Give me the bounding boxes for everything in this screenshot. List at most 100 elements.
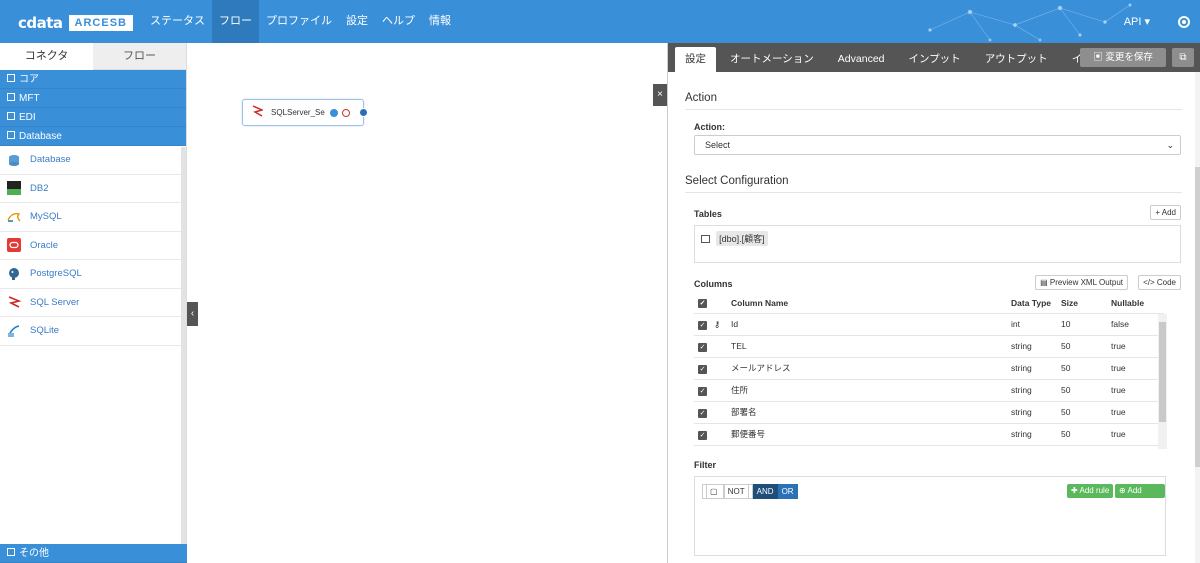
expand-icon [7,74,15,82]
category-edi[interactable]: EDI [0,108,186,127]
columns-scrollbar[interactable] [1158,314,1167,449]
columns-scroll-thumb[interactable] [1159,322,1166,422]
table-icon [701,235,710,243]
tab-advanced[interactable]: Advanced [828,47,895,72]
col-header-type[interactable]: Data Type [1011,293,1061,314]
cell-nullable: true [1111,357,1164,380]
table-row[interactable]: ✓ 部署名 string 50 true [694,401,1164,424]
nav-flow[interactable]: フロー [212,0,259,43]
filter-not-toggle[interactable]: ▢ NOT [702,483,753,499]
cell-name: 郵便番号 [731,423,1011,446]
category-database[interactable]: Database [0,127,186,146]
filter-conjunction-group: ▢ NOT AND OR [702,483,798,499]
connector-mysql[interactable]: MySQL [0,203,182,232]
logo-product: ARCESB [68,15,133,31]
table-row[interactable]: ✓ メールアドレス string 50 true [694,357,1164,380]
logo-text: cdata [18,14,63,32]
connector-panel: コネクタ フロー コア MFT EDI Database Database DB… [0,43,187,563]
add-group-button[interactable]: ⊕ Add group [1115,483,1165,509]
key-cell [714,379,731,402]
select-all-cell: ✓ [694,293,714,314]
key-header [714,293,731,314]
cell-name: 部署名 [731,401,1011,424]
nav-status[interactable]: ステータス [143,0,212,43]
node-label: SQLServer_Se... [271,108,325,117]
tab-output[interactable]: アウトプット [975,47,1058,72]
row-checkbox[interactable]: ✓ [698,364,707,374]
table-tag[interactable]: [dbo].[顧客] [716,231,768,246]
flow-node-sqlserver[interactable]: SQLServer_Se... [242,99,368,126]
connector-postgresql[interactable]: PostgreSQL [0,260,182,289]
left-scrollbar[interactable] [181,147,186,545]
action-select[interactable]: Select ⌄ [694,135,1181,155]
table-row[interactable]: ✓ 郵便番号 string 50 true [694,423,1164,446]
scroll-thumb[interactable] [1195,167,1200,467]
nav-help[interactable]: ヘルプ [375,0,422,43]
tab-flows[interactable]: フロー [93,43,186,70]
select-all-checkbox[interactable]: ✓ [698,299,707,309]
gear-icon[interactable] [330,108,338,117]
col-header-nullable[interactable]: Nullable [1111,293,1164,314]
flow-canvas[interactable]: ‹ SQLServer_Se... × [187,43,667,563]
row-checkbox[interactable]: ✓ [698,430,707,440]
filter-and-button[interactable]: AND [752,483,778,499]
nav-settings[interactable]: 設定 [339,0,375,43]
sql-server-icon [251,105,265,120]
tables-box[interactable]: [dbo].[顧客] [694,225,1181,263]
sqlite-icon [7,324,21,338]
close-panel-button[interactable]: × [653,84,667,106]
table-row[interactable]: ✓ 住所 string 50 true [694,379,1164,402]
add-rule-button[interactable]: ✚ Add rule [1067,483,1114,498]
row-checkbox[interactable]: ✓ [698,320,707,330]
external-link-button[interactable]: ⧉ [1172,48,1194,67]
connector-label: SQL Server [30,296,80,308]
row-checkbox[interactable]: ✓ [698,386,707,396]
connector-oracle[interactable]: Oracle [0,232,182,260]
col-header-size[interactable]: Size [1061,293,1111,314]
category-core[interactable]: コア [0,70,186,89]
tab-connectors[interactable]: コネクタ [0,43,93,70]
cell-name: メールアドレス [731,357,1011,380]
output-port[interactable] [359,108,368,117]
table-row[interactable]: ✓ TEL string 50 true [694,335,1164,358]
db2-icon [7,181,21,196]
settings-tabs: 設定 オートメーション Advanced インプット アウトプット イベント ▣… [668,43,1200,72]
cell-nullable: false [1111,313,1164,336]
api-menu[interactable]: API ▾ [1124,15,1150,28]
cell-type: string [1011,335,1061,358]
nav-info[interactable]: 情報 [422,0,458,43]
collapse-left-panel-button[interactable]: ‹ [187,302,198,326]
connector-database[interactable]: Database [0,146,182,175]
add-table-button[interactable]: + Add [1150,205,1181,220]
category-mft[interactable]: MFT [0,89,186,108]
col-header-name[interactable]: Column Name [731,293,1011,314]
table-row[interactable]: ✓ ⚷ Id int 10 false [694,313,1164,336]
main-nav: ステータス フロー プロファイル 設定 ヘルプ 情報 [143,0,458,43]
user-icon[interactable] [1178,15,1190,28]
code-button[interactable]: </> Code [1138,275,1181,290]
preview-xml-button[interactable]: ▤ Preview XML Output [1035,275,1128,290]
key-cell: ⚷ [714,313,731,336]
category-other[interactable]: その他 [0,544,187,563]
expand-icon [7,112,15,120]
cell-size: 50 [1061,401,1111,424]
tab-input[interactable]: インプット [899,47,971,72]
nav-profile[interactable]: プロファイル [259,0,339,43]
connector-db2[interactable]: DB2 [0,175,182,203]
save-changes-button[interactable]: ▣ 変更を保存 [1080,48,1166,67]
tab-settings[interactable]: 設定 [675,47,716,72]
filter-builder: ▢ NOT AND OR ✚ Add rule ⊕ Add group [694,475,1166,556]
stop-icon[interactable] [342,108,350,117]
row-checkbox[interactable]: ✓ [698,408,707,418]
postgresql-icon [7,267,21,281]
top-right-tools: API ▾ [1124,0,1200,43]
connector-sqlite[interactable]: SQLite [0,317,182,346]
settings-scrollbar[interactable] [1195,72,1200,563]
tab-automation[interactable]: オートメーション [720,47,824,72]
row-checkbox[interactable]: ✓ [698,342,707,352]
preview-xml-label: Preview XML Output [1049,278,1123,287]
connector-sql-server[interactable]: SQL Server [0,289,182,317]
app-logo[interactable]: cdata ARCESB [18,14,133,32]
filter-or-button[interactable]: OR [777,483,798,499]
row-checkbox-cell: ✓ [694,379,714,402]
